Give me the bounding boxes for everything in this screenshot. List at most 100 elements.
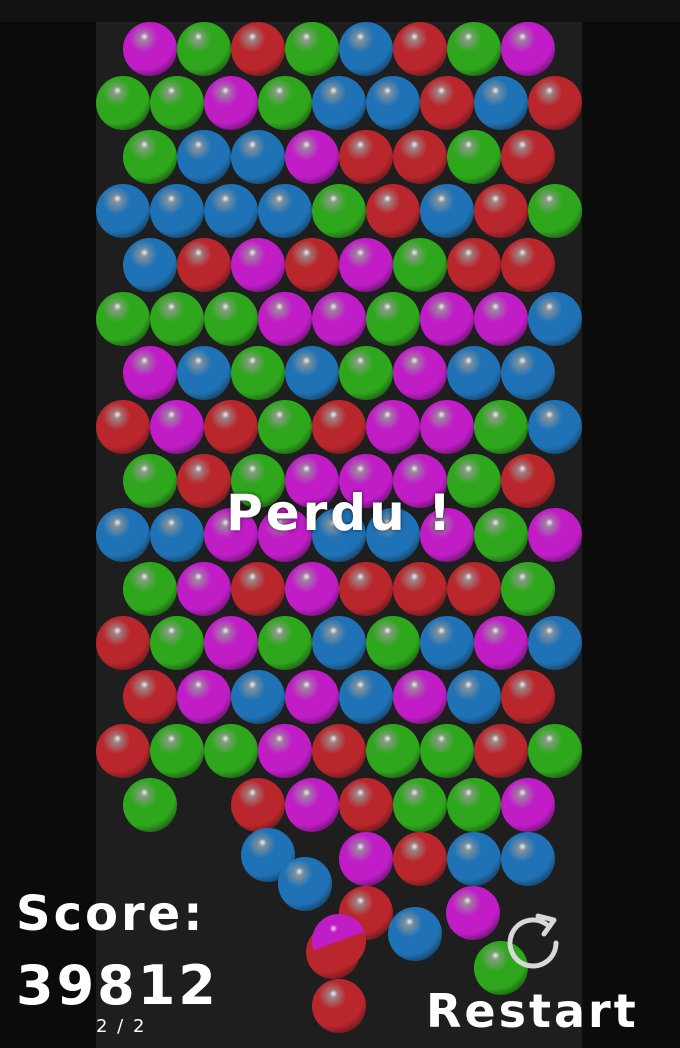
page-indicator: 2 / 2 [96,1016,147,1037]
bubble-highlight [250,34,255,39]
bubble-blue [204,184,258,238]
bubble-highlight [331,196,336,201]
bubble-blue [528,400,582,454]
bubble-highlight [547,628,552,633]
bubble-red [420,76,474,130]
bubble-highlight [304,466,309,471]
bubble-magenta [339,832,393,886]
score-value: 39812 [16,954,219,1017]
bubble-magenta [123,22,177,76]
bubble-highlight [115,628,120,633]
bubble-highlight [142,790,147,795]
bubble-blue [312,616,366,670]
bubble-highlight [412,574,417,579]
bubble-red [204,400,258,454]
bubble-highlight [493,736,498,741]
bubble-highlight [520,844,525,849]
bubble-highlight [358,844,363,849]
restart-arrow-icon[interactable] [498,908,568,978]
bubble-red [528,76,582,130]
bubble-highlight [385,88,390,93]
bubble-highlight [358,898,363,903]
bubble-red [393,22,447,76]
bubble-blue [420,616,474,670]
bubble-highlight [277,196,282,201]
restart-button[interactable]: Restart [420,900,650,1048]
bubble-green [231,346,285,400]
bubble-highlight [331,628,336,633]
bubble-green [447,22,501,76]
bubble-highlight [466,790,471,795]
bubble-blue [501,346,555,400]
bubble-highlight [297,869,302,874]
bubble-blue [447,346,501,400]
bubble-green [366,616,420,670]
bubble-highlight [520,466,525,471]
bubble-red [474,184,528,238]
bubble-highlight [466,844,471,849]
bubble-highlight [223,412,228,417]
bubble-highlight [277,88,282,93]
bubble-highlight [493,304,498,309]
bubble-highlight [304,790,309,795]
bubble-highlight [466,358,471,363]
bubble-highlight [412,250,417,255]
bubble-magenta [420,292,474,346]
bubble-highlight [412,466,417,471]
bubble-green [285,22,339,76]
bubble-magenta [393,670,447,724]
bubble-magenta [285,130,339,184]
bubble-blue [258,184,312,238]
bubble-highlight [277,412,282,417]
bubble-red [177,238,231,292]
bubble-highlight [358,34,363,39]
bubble-highlight [331,412,336,417]
bubble-red [312,400,366,454]
bubble-highlight [520,250,525,255]
bubble-highlight [439,304,444,309]
bubble-highlight [493,196,498,201]
bubble-highlight [250,682,255,687]
bubble-green [96,292,150,346]
bubble-highlight [169,412,174,417]
bubble-green [96,76,150,130]
bubble-red [393,562,447,616]
bubble-magenta [204,616,258,670]
bubble-highlight [196,142,201,147]
bubble-green [420,724,474,778]
bubble-highlight [115,412,120,417]
bubble-highlight [331,304,336,309]
bubble-blue [150,184,204,238]
bubble-highlight [493,628,498,633]
bubble-green [339,346,393,400]
bubble-highlight [196,574,201,579]
bubble-blue [366,76,420,130]
bubble-green [258,616,312,670]
bubble-red [501,238,555,292]
bubble-green [150,724,204,778]
bubble-highlight [196,250,201,255]
bubble-red [312,724,366,778]
bubble-highlight [115,196,120,201]
bubble-highlight [466,142,471,147]
bubble-highlight [331,926,336,931]
bubble-highlight [260,840,265,845]
bubble-highlight [493,88,498,93]
bubble-highlight [142,142,147,147]
bubble-highlight [358,682,363,687]
bubble-green [123,778,177,832]
bubble-magenta [339,238,393,292]
bubble-highlight [358,574,363,579]
bubble-blue [278,857,332,911]
bubble-red [501,130,555,184]
bubble-highlight [520,790,525,795]
bubble-green [366,724,420,778]
bubble-blue [420,184,474,238]
bubble-highlight [223,628,228,633]
bubble-highlight [304,358,309,363]
bubble-highlight [250,250,255,255]
bubble-highlight [412,142,417,147]
bubble-highlight [466,574,471,579]
bubble-green [393,238,447,292]
bubble-red [312,979,366,1033]
